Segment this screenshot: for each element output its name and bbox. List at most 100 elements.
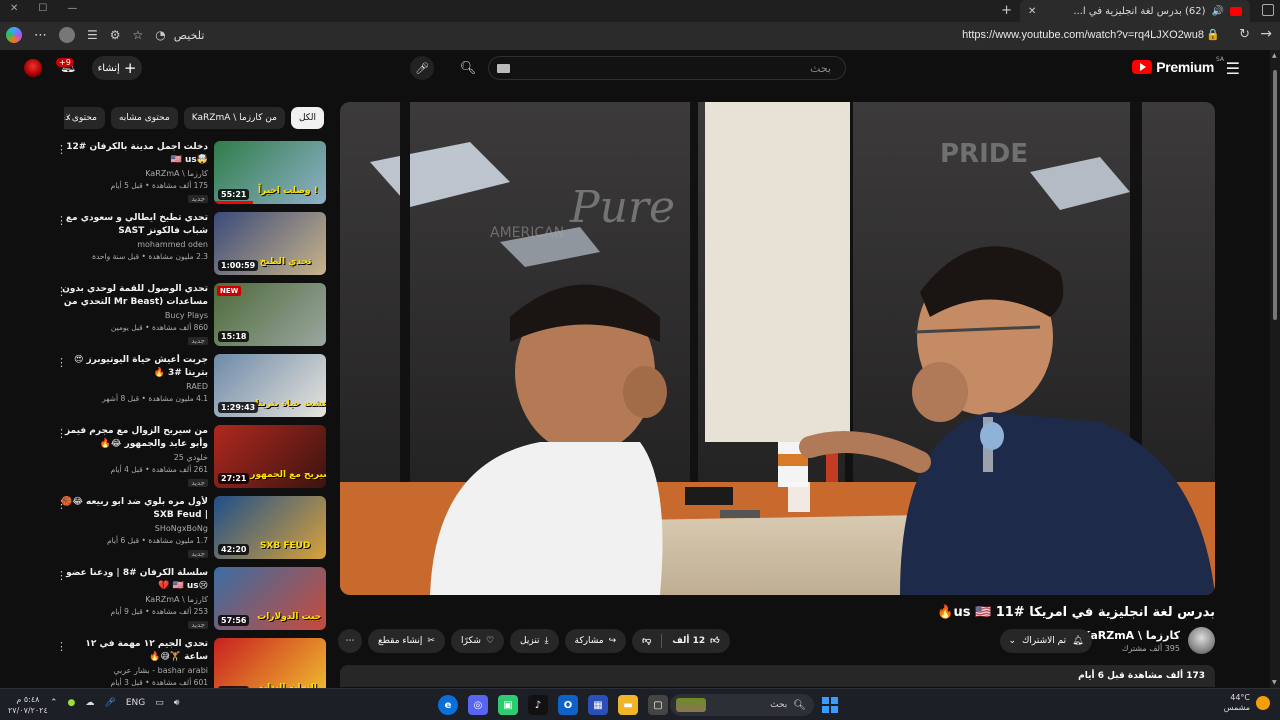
volume-icon[interactable]: 🔊︎	[174, 698, 180, 708]
chip-all[interactable]: الكل	[290, 107, 324, 129]
scroll-down-icon[interactable]: ▼	[1272, 679, 1277, 686]
scroll-thumb[interactable]	[1273, 70, 1277, 320]
more-vertical-icon[interactable]: ⋮	[56, 569, 67, 582]
more-vertical-icon[interactable]: ⋮	[56, 356, 67, 369]
share-button[interactable]: ↪ مشاركة	[564, 629, 627, 653]
recommendation-channel[interactable]: RAED	[60, 381, 208, 393]
file-explorer-icon[interactable]: ▬	[618, 695, 638, 715]
copilot-icon[interactable]	[6, 27, 22, 43]
voice-search-button[interactable]: 🎤︎	[410, 56, 434, 80]
workspaces-icon[interactable]	[1262, 4, 1274, 16]
refresh-icon[interactable]: ↻	[1239, 27, 1250, 42]
video-thumbnail[interactable]: عشت حياة بتريتا 1:29:43	[214, 354, 326, 417]
profile-icon[interactable]	[59, 27, 75, 43]
search-button[interactable]: 🔍︎	[452, 56, 484, 80]
channel-avatar[interactable]	[1188, 627, 1215, 654]
recommendation-item[interactable]: تحدي الطبخ 1:00:59 تحدي تطبخ ايطالي و سعود…	[50, 212, 326, 283]
browser-tab-active[interactable]: 🔊 (62) بدرس لغة انجليزية في ا... ✕	[1020, 0, 1250, 22]
clock[interactable]: ٥:٤٨ م ٢٧/٠٧/٢٠٢٤	[8, 694, 48, 716]
app-tray-icon[interactable]: ●	[68, 698, 76, 708]
recommendation-title[interactable]: لأول مره بلوي ضد ابو ربيعه 😂🏀 | SXB Feud	[60, 496, 208, 522]
chevron-up-icon[interactable]: ⌃	[50, 698, 58, 708]
youtube-premium-logo[interactable]: Premium SA	[1132, 56, 1224, 75]
more-vertical-icon[interactable]: ⋮	[56, 640, 67, 653]
favorite-star-icon[interactable]: ☆	[133, 28, 144, 42]
recommendation-item[interactable]: وصلت اخيراً ! 55:21 دخلت اجمل مدينة بالكرف…	[50, 141, 326, 212]
extensions-icon[interactable]: ⚙	[110, 28, 121, 42]
video-thumbnail[interactable]: NEW 15:18	[214, 283, 326, 346]
recommendation-title[interactable]: تحدي تطبخ ايطالي و سعودي مع شباب فالكونز…	[60, 212, 208, 238]
recommendation-title[interactable]: تحدي الجيم ١٢ مهمة في ١٢ ساعة 🏋️😅🔥	[60, 638, 208, 664]
keyboard-icon[interactable]	[497, 64, 510, 73]
url-field[interactable]: https://www.youtube.com/watch?v=rq4LJXO2…	[962, 29, 1204, 41]
store-icon[interactable]: ▦	[588, 695, 608, 715]
close-tab-icon[interactable]: ✕	[1028, 6, 1036, 17]
recommendation-channel[interactable]: bashar arabi - بشار عربي	[60, 665, 208, 677]
recommendation-title[interactable]: من سيربح الزوال مع مجرم فيمز وأبو عابد و…	[60, 425, 208, 451]
recommendation-title[interactable]: تحدي الوصول للقمة لوحدي بدون مساعدات (Mr…	[60, 283, 208, 309]
chip-related[interactable]: محتوى مشابه	[110, 107, 178, 129]
video-player[interactable]: Pure AMERICAN PRIDE	[340, 102, 1215, 595]
scroll-up-icon[interactable]: ▲	[1272, 52, 1277, 59]
download-button[interactable]: ⤓ تنزيل	[510, 629, 559, 653]
clip-button[interactable]: ✂ إنشاء مقطع	[368, 629, 445, 653]
windows-start-icon[interactable]	[822, 697, 838, 713]
description-box[interactable]: 173 ألف مشاهدة قبل 6 أيام	[340, 665, 1215, 687]
weather-widget[interactable]: 44°C مشمس	[1224, 693, 1270, 713]
recommendation-item[interactable]: جبت الدولارات 57:56 سلسلة الكرفان #8 | ودع…	[50, 567, 326, 638]
more-vertical-icon[interactable]: ⋮	[56, 285, 67, 298]
minimize-window-icon[interactable]: —	[67, 3, 77, 14]
more-vertical-icon[interactable]: ⋮	[56, 427, 67, 440]
recommendation-item[interactable]: SXB FEUD 42:20 لأول مره بلوي ضد ابو ربيعه …	[50, 496, 326, 567]
summarize-button[interactable]: تلخيص	[174, 29, 205, 42]
recommendation-item[interactable]: عشت حياة بتريتا 1:29:43 جربت أعيش حياة الي…	[50, 354, 326, 425]
outlook-icon[interactable]: O	[558, 695, 578, 715]
tiktok-icon[interactable]: ♪	[528, 695, 548, 715]
like-button[interactable]: 👍︎ 12 ألف	[662, 629, 729, 653]
recommendation-item[interactable]: من سيربح مع الجمهور27:21من سيربح الزوال …	[50, 425, 326, 496]
summarize-icon[interactable]: ◔	[155, 28, 165, 42]
taskbar-search[interactable]: بحث 🔍︎	[670, 694, 814, 716]
microphone-icon[interactable]: 🎤︎	[104, 698, 115, 708]
video-thumbnail[interactable]: من سيربح مع الجمهور27:21	[214, 425, 326, 488]
recommendation-channel[interactable]: كارزما \ KaRZmA	[60, 594, 208, 606]
thanks-button[interactable]: ♡ شكرًا	[450, 629, 505, 653]
recommendation-item[interactable]: NEW 15:18 تحدي الوصول للقمة لوحدي بدون مسا…	[50, 283, 326, 354]
more-vertical-icon[interactable]: ⋮	[56, 214, 67, 227]
video-thumbnail[interactable]: وصلت اخيراً ! 55:21	[214, 141, 326, 204]
guide-menu-icon[interactable]: ☰	[1226, 59, 1240, 78]
recommendation-channel[interactable]: mohammed oden	[60, 239, 208, 251]
teams-chat-icon[interactable]: ▣	[498, 695, 518, 715]
edge-icon[interactable]: e	[438, 695, 458, 715]
recommendation-title[interactable]: سلسلة الكرفان #8 | ودعنا عضو 😢🇺🇸 us 💔	[60, 567, 208, 593]
recommendation-channel[interactable]: Bucy Plays	[60, 310, 208, 322]
page-scrollbar[interactable]: ▲ ▼	[1270, 50, 1280, 688]
forward-icon[interactable]: →	[1260, 26, 1272, 42]
chip-from-channel[interactable]: من كارزما \ KaRZmA	[183, 107, 285, 129]
more-actions-button[interactable]: ⋯	[338, 629, 362, 653]
network-icon[interactable]: ▭	[155, 698, 164, 708]
recommendation-channel[interactable]: كارزما \ KaRZmA	[60, 168, 208, 180]
language-indicator[interactable]: ENG	[126, 698, 145, 708]
chips-scroll-left-icon[interactable]: ‹	[66, 110, 71, 125]
discord-icon[interactable]: ◎	[468, 695, 488, 715]
recommendation-channel[interactable]: SHoNgxBoNg	[60, 523, 208, 535]
search-input[interactable]	[489, 57, 845, 79]
speaker-icon[interactable]: 🔊	[1212, 6, 1224, 17]
lock-icon[interactable]: 🔒	[1206, 28, 1220, 41]
recommendation-channel[interactable]: خلودي 25	[60, 452, 208, 464]
video-thumbnail[interactable]: SXB FEUD 42:20	[214, 496, 326, 559]
recommendation-title[interactable]: دخلت اجمل مدينة بالكرفان #12 🤯🇺🇸 us	[60, 141, 208, 167]
task-view-icon[interactable]: ▢	[648, 695, 668, 715]
subscribed-button[interactable]: 🔔︎ تم الاشتراك ⌄	[1000, 629, 1092, 653]
more-vertical-icon[interactable]: ⋮	[56, 498, 67, 511]
dislike-button[interactable]: 👎︎	[632, 629, 661, 653]
account-avatar[interactable]	[24, 59, 42, 77]
onedrive-icon[interactable]: ☁	[85, 698, 94, 708]
close-window-icon[interactable]: ✕	[10, 3, 18, 14]
new-tab-button[interactable]: +	[1001, 3, 1012, 18]
more-vertical-icon[interactable]: ⋮	[56, 143, 67, 156]
maximize-window-icon[interactable]: ☐	[38, 3, 47, 14]
recommendation-title[interactable]: جربت أعيش حياة اليوتيوبرز 😍 بتريتا #3 🔥	[60, 354, 208, 380]
more-options-icon[interactable]: ⋯	[34, 28, 47, 43]
